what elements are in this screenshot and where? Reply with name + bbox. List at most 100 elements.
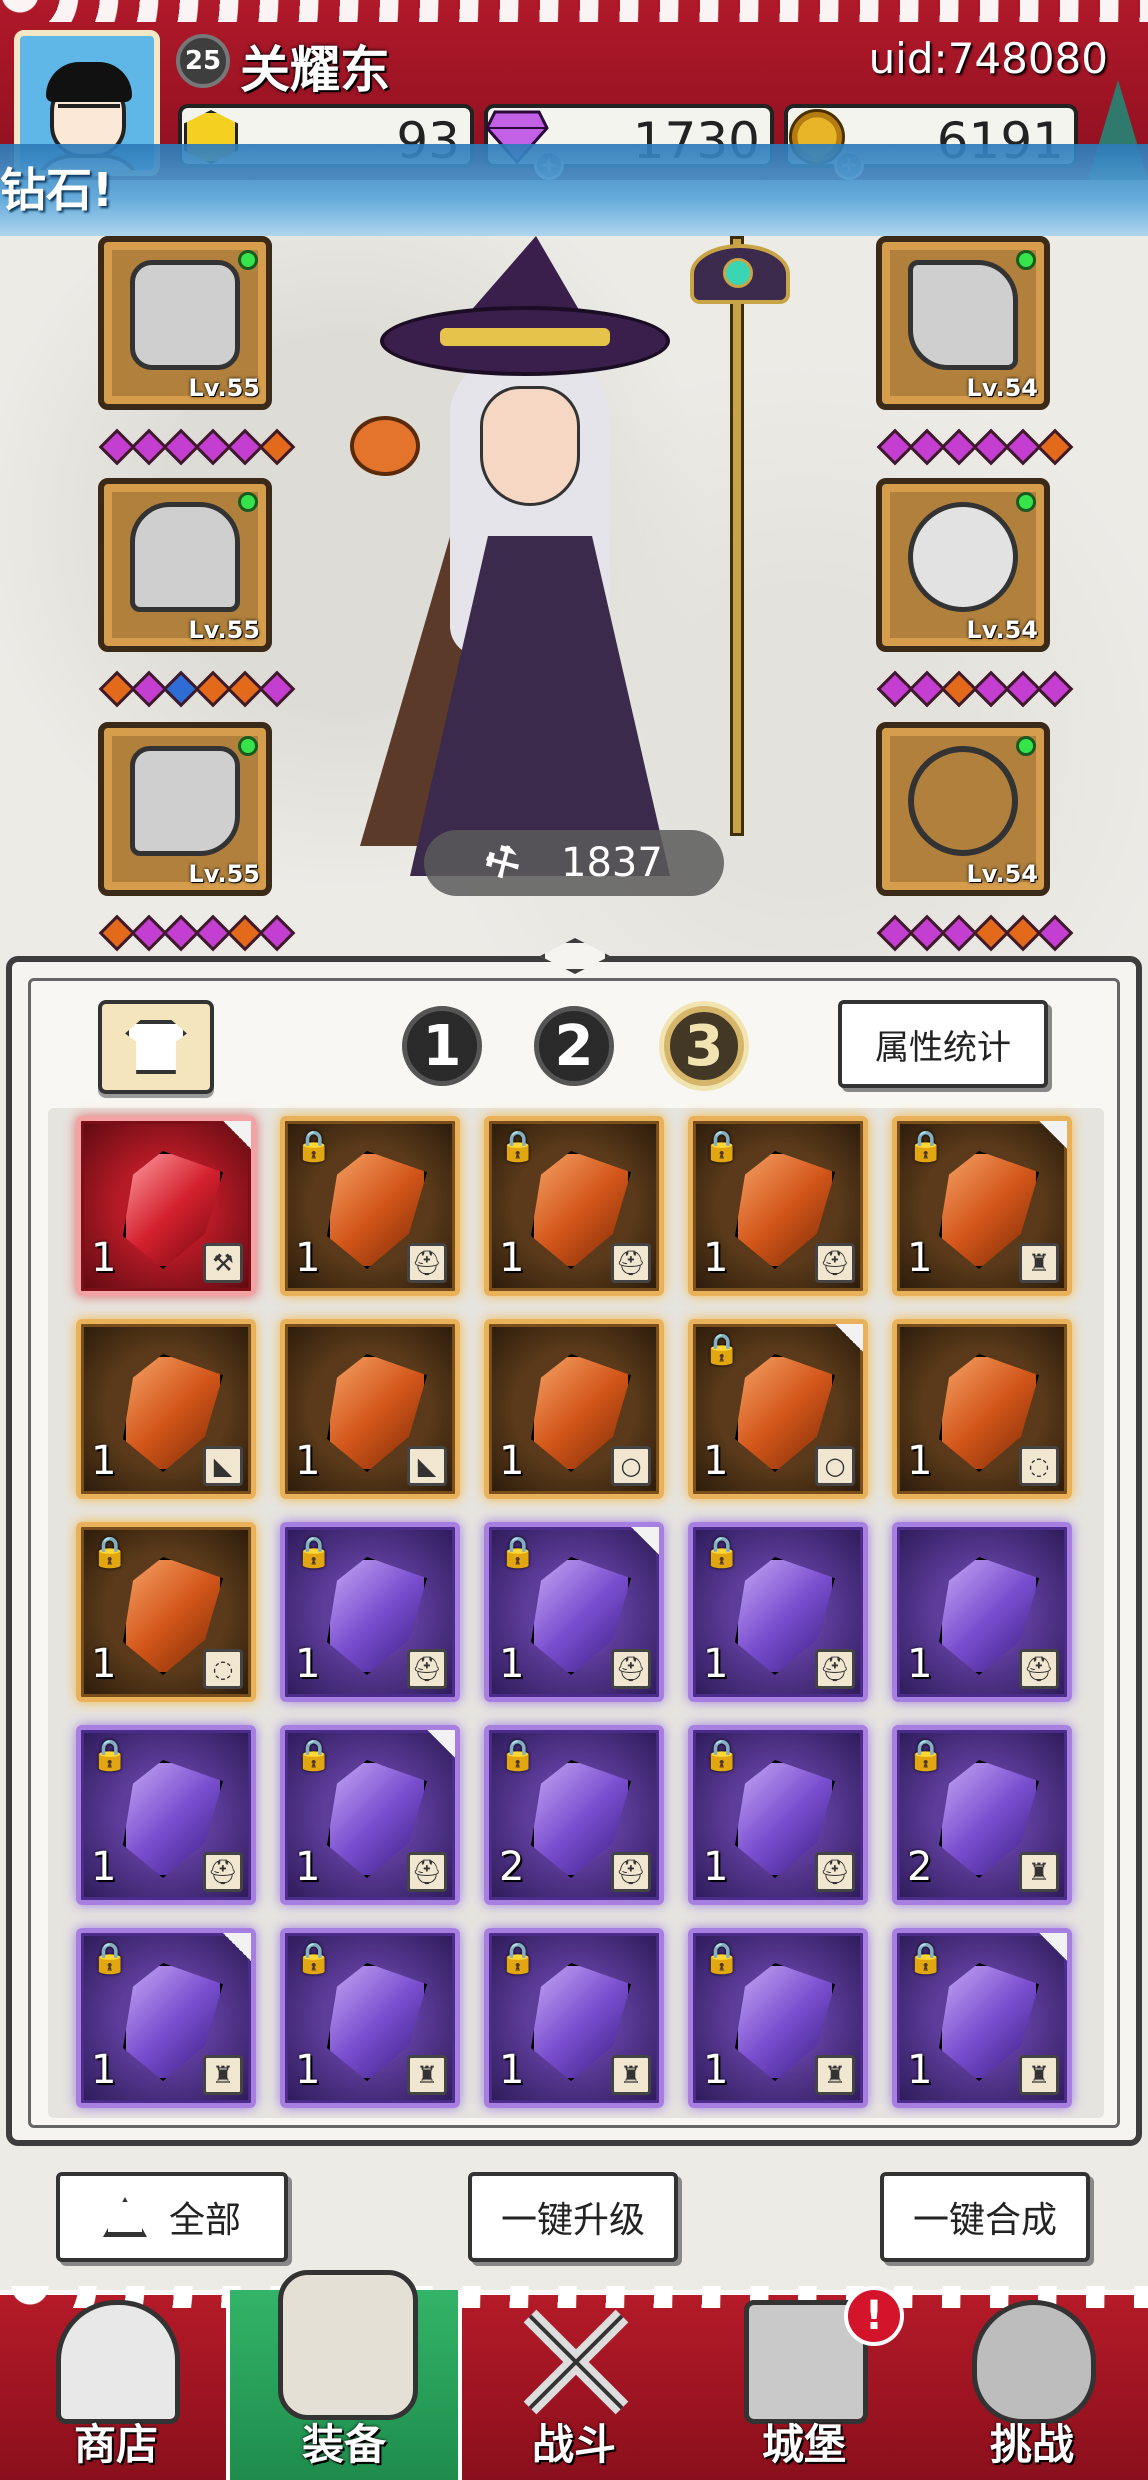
inventory-item[interactable]: 🔒 1 ⛑ <box>484 1116 664 1296</box>
hammer-icon: ⚒ <box>203 1243 243 1283</box>
shield-icon <box>972 2300 1096 2424</box>
attribute-stats-button[interactable]: 属性统计 <box>838 1000 1048 1088</box>
page-tab-3[interactable]: 3 <box>664 1006 744 1086</box>
item-quantity: 1 <box>91 1641 117 1687</box>
inventory-item[interactable]: 🔒 1 ⛑ <box>280 1725 460 1905</box>
new-corner-marker <box>223 1121 251 1149</box>
helmet-icon: ⛑ <box>407 1852 447 1892</box>
inventory-item[interactable]: 🔒 1 ♜ <box>76 1928 256 2108</box>
inventory-item[interactable]: 🔒 1 ⛑ <box>280 1522 460 1702</box>
equip-slot-necklace[interactable]: Lv.54 <box>876 722 1050 896</box>
filter-all-label: 全部 <box>168 2200 241 2241</box>
boots-icon: ◣ <box>203 1446 243 1486</box>
inventory-item[interactable]: 1 ◣ <box>280 1319 460 1499</box>
inventory-grid: 1 ⚒ 🔒 1 ⛑ 🔒 1 ⛑ 🔒 1 ⛑ 🔒 1 ♜ 1 ◣ 1 ◣ 1 ○ 🔒 1 ○ 1 ◌ 🔒 1 ◌ 🔒 1 ⛑ 🔒 1 ⛑ 🔒 1 ⛑ 1 ⛑ 🔒… <box>76 1116 1076 2116</box>
snow-decoration <box>0 0 1148 22</box>
inventory-item[interactable]: 🔒 1 ♜ <box>892 1116 1072 1296</box>
helmet-icon: ⛑ <box>203 1852 243 1892</box>
nav-equipment[interactable]: 装备 <box>226 2270 462 2480</box>
equip-slot-gauntlet[interactable]: Lv.54 <box>876 236 1050 410</box>
gauntlet-icon <box>908 260 1018 370</box>
inventory-item[interactable]: 🔒 2 ♜ <box>892 1725 1072 1905</box>
inventory-item[interactable]: 🔒 1 ♜ <box>688 1928 868 2108</box>
armor-gem-row <box>98 670 296 708</box>
inventory-item[interactable]: 🔒 1 ♜ <box>484 1928 664 2108</box>
equip-level: Lv.55 <box>188 860 261 888</box>
equip-slot-boots[interactable]: Lv.55 <box>98 722 272 896</box>
inventory-item[interactable]: 🔒 1 ⛑ <box>688 1725 868 1905</box>
lock-icon: 🔒 <box>907 1941 945 1976</box>
boots-gem-row <box>98 914 296 952</box>
inventory-item[interactable]: 🔒 1 ○ <box>688 1319 868 1499</box>
announcement-text: 钻石! <box>0 163 113 217</box>
merge-all-button[interactable]: 一键合成 <box>880 2172 1090 2262</box>
inventory-item[interactable]: 🔒 2 ⛑ <box>484 1725 664 1905</box>
nav-castle[interactable]: ! 城堡 <box>704 2286 904 2480</box>
nav-challenge[interactable]: 挑战 <box>932 2290 1132 2480</box>
lock-icon: 🔒 <box>295 1129 333 1164</box>
helmet-icon: ⛑ <box>815 1243 855 1283</box>
nav-label: 商店 <box>73 2420 158 2469</box>
notification-badge: ! <box>844 2286 904 2346</box>
inventory-item[interactable]: 1 ⛑ <box>892 1522 1072 1702</box>
inventory-item[interactable]: 1 ⚒ <box>76 1116 256 1296</box>
item-quantity: 1 <box>295 1641 321 1687</box>
inventory-item[interactable]: 1 ◌ <box>892 1319 1072 1499</box>
upgrade-available-dot <box>238 492 258 512</box>
inventory-item[interactable]: 🔒 1 ♜ <box>892 1928 1072 2108</box>
page-tab-1[interactable]: 1 <box>402 1006 482 1086</box>
item-quantity: 1 <box>295 2047 321 2093</box>
necklace-icon <box>908 746 1018 856</box>
item-quantity: 1 <box>907 2047 933 2093</box>
lock-icon: 🔒 <box>907 1738 945 1773</box>
nav-shop[interactable]: 商店 <box>16 2290 216 2480</box>
inventory-item[interactable]: 🔒 1 ⛑ <box>688 1522 868 1702</box>
lock-icon: 🔒 <box>703 1738 741 1773</box>
nav-label: 战斗 <box>531 2420 616 2469</box>
equip-slot-ring[interactable]: Lv.54 <box>876 478 1050 652</box>
nav-label: 挑战 <box>989 2420 1074 2469</box>
armor-icon: ♜ <box>407 2055 447 2095</box>
boots-icon: ◣ <box>407 1446 447 1486</box>
page-tab-2[interactable]: 2 <box>534 1006 614 1086</box>
item-quantity: 1 <box>703 1438 729 1484</box>
crossed-swords-icon <box>514 2300 638 2424</box>
ring-icon: ○ <box>815 1446 855 1486</box>
item-quantity: 1 <box>703 1844 729 1890</box>
inventory-item[interactable]: 🔒 1 ◌ <box>76 1522 256 1702</box>
inventory-item[interactable]: 🔒 1 ♜ <box>280 1928 460 2108</box>
filter-triangle-icon <box>102 2197 147 2237</box>
new-corner-marker <box>835 1324 863 1352</box>
inventory-item[interactable]: 🔒 1 ⛑ <box>484 1522 664 1702</box>
armor-icon: ♜ <box>203 2055 243 2095</box>
player-uid: uid:748080 <box>868 34 1108 83</box>
equip-slot-armor[interactable]: Lv.55 <box>98 478 272 652</box>
necklace-icon: ◌ <box>203 1649 243 1689</box>
inventory-item[interactable]: 🔒 1 ⛑ <box>280 1116 460 1296</box>
inventory-item[interactable]: 1 ◣ <box>76 1319 256 1499</box>
filter-all-button[interactable]: 全部 <box>56 2172 288 2262</box>
lock-icon: 🔒 <box>295 1941 333 1976</box>
inventory-item[interactable]: 🔒 1 ⛑ <box>688 1116 868 1296</box>
lock-icon: 🔒 <box>703 1941 741 1976</box>
item-quantity: 2 <box>499 1844 525 1890</box>
upgrade-all-button[interactable]: 一键升级 <box>468 2172 678 2262</box>
lock-icon: 🔒 <box>91 1941 129 1976</box>
upgrade-available-dot <box>1016 492 1036 512</box>
equip-slot-helmet[interactable]: Lv.55 <box>98 236 272 410</box>
lock-icon: 🔒 <box>295 1535 333 1570</box>
upgrade-available-dot <box>1016 250 1036 270</box>
inventory-item[interactable]: 1 ○ <box>484 1319 664 1499</box>
combat-power-display: ⚒ 1837 <box>424 830 724 896</box>
item-quantity: 1 <box>91 2047 117 2093</box>
helmet-icon: ⛑ <box>407 1649 447 1689</box>
equipment-category-tab[interactable] <box>98 1000 214 1094</box>
inventory-item[interactable]: 🔒 1 ⛑ <box>76 1725 256 1905</box>
nav-battle[interactable]: 战斗 <box>474 2290 674 2480</box>
boots-icon <box>130 746 240 856</box>
item-quantity: 1 <box>295 1438 321 1484</box>
shirt-icon <box>125 1020 187 1074</box>
armor-icon: ♜ <box>815 2055 855 2095</box>
armor-icon: ♜ <box>1019 1243 1059 1283</box>
player-name: 关耀东 <box>240 41 390 99</box>
